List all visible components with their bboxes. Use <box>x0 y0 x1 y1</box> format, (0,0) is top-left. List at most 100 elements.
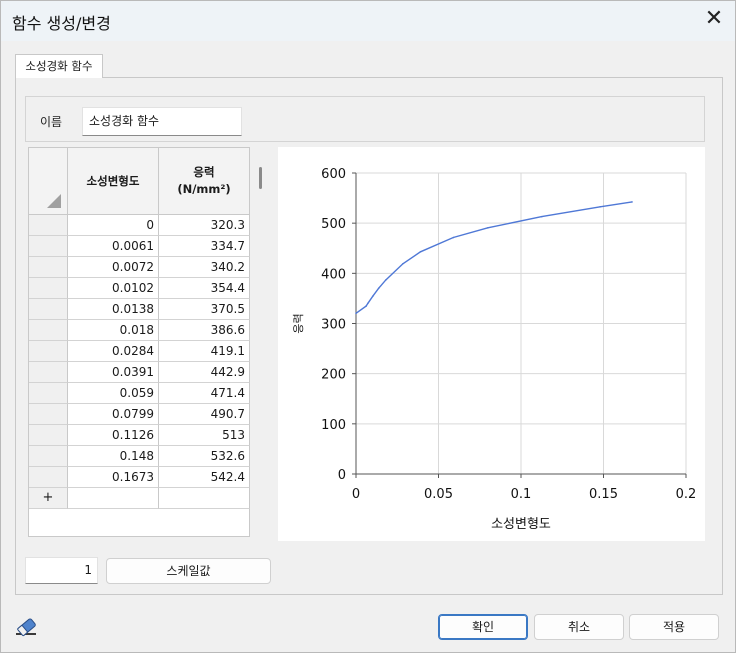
corner-triangle-icon <box>47 194 61 208</box>
table-row[interactable]: 0.148 532.6 <box>29 446 250 467</box>
data-point <box>372 295 374 298</box>
title-bar: 함수 생성/변경 ✕ <box>1 1 735 41</box>
close-icon: ✕ <box>704 6 724 31</box>
y-tick-label: 200 <box>321 368 346 383</box>
column-header-stress[interactable]: 응력 (N/mm²) <box>159 148 250 215</box>
new-row[interactable]: + <box>29 488 250 509</box>
data-point <box>599 206 601 208</box>
eraser-icon[interactable] <box>13 616 39 640</box>
data-point <box>631 201 633 203</box>
stress-strain-chart: 0 0.05 0.1 0.15 0.2 0 100 200 300 400 500 600 소성변형도 응… <box>292 167 697 532</box>
column-header-stress-unit: (N/mm²) <box>177 182 231 196</box>
stress-cell[interactable]: 532.6 <box>159 446 250 467</box>
table-row[interactable]: 0.0284 419.1 <box>29 341 250 362</box>
stress-cell[interactable]: 334.7 <box>159 236 250 257</box>
table-row[interactable]: 0.0799 490.7 <box>29 404 250 425</box>
add-row-icon[interactable]: + <box>29 488 68 509</box>
row-header[interactable] <box>29 257 68 278</box>
stress-cell[interactable]: 370.5 <box>159 299 250 320</box>
y-tick-label: 100 <box>321 418 346 433</box>
data-point <box>384 279 387 281</box>
stress-cell[interactable]: 471.4 <box>159 383 250 404</box>
series-line <box>355 201 633 314</box>
strain-cell[interactable]: 0.1673 <box>68 467 159 488</box>
close-button[interactable]: ✕ <box>697 5 731 35</box>
y-tick-label: 600 <box>321 167 346 182</box>
stress-cell[interactable]: 419.1 <box>159 341 250 362</box>
stress-cell[interactable]: 490.7 <box>159 404 250 425</box>
stress-cell[interactable]: 354.4 <box>159 278 250 299</box>
strain-cell[interactable]: 0.0391 <box>68 362 159 383</box>
cancel-button[interactable]: 취소 <box>534 614 624 640</box>
data-point <box>355 312 357 315</box>
stress-cell[interactable]: 513 <box>159 425 250 446</box>
apply-button[interactable]: 적용 <box>629 614 719 640</box>
data-table: 소성변형도 응력 (N/mm²) 0 320.3 0.0061 334.7 0.0072… <box>28 147 250 537</box>
data-point <box>452 236 455 239</box>
strain-cell[interactable]: 0.0072 <box>68 257 159 278</box>
data-point <box>419 251 422 253</box>
ok-button[interactable]: 확인 <box>438 614 528 640</box>
row-header[interactable] <box>29 341 68 362</box>
table-row[interactable]: 0.0138 370.5 <box>29 299 250 320</box>
name-label: 이름 <box>40 115 63 129</box>
stress-cell[interactable]: 386.6 <box>159 320 250 341</box>
strain-cell[interactable]: 0.0061 <box>68 236 159 257</box>
stress-cell[interactable]: 442.9 <box>159 362 250 383</box>
row-header[interactable] <box>29 446 68 467</box>
x-tick-label: 0 <box>352 487 360 502</box>
strain-cell[interactable]: 0.059 <box>68 383 159 404</box>
row-header[interactable] <box>29 236 68 257</box>
column-header-strain[interactable]: 소성변형도 <box>68 148 159 215</box>
y-tick-label: 500 <box>321 217 346 232</box>
chart-area: 0 0.05 0.1 0.15 0.2 0 100 200 300 400 500 600 소성변형도 응… <box>278 147 705 541</box>
x-tick-label: 0.05 <box>424 487 453 502</box>
strain-cell[interactable]: 0.0138 <box>68 299 159 320</box>
row-header[interactable] <box>29 299 68 320</box>
table-row[interactable]: 0 320.3 <box>29 215 250 236</box>
strain-cell[interactable]: 0.1126 <box>68 425 159 446</box>
stress-cell[interactable]: 542.4 <box>159 467 250 488</box>
row-header[interactable] <box>29 215 68 236</box>
x-tick-label: 0.2 <box>676 487 697 502</box>
name-input[interactable]: 소성경화 함수 <box>82 107 242 136</box>
data-point <box>402 262 404 265</box>
new-strain-cell[interactable] <box>68 488 159 509</box>
data-point <box>540 215 543 218</box>
row-header[interactable] <box>29 383 68 404</box>
strain-cell[interactable]: 0.0799 <box>68 404 159 425</box>
table-scrollbar-thumb[interactable] <box>259 167 262 189</box>
function-dialog: 함수 생성/변경 ✕ 소성경화 함수 이름 소성경화 함수 소성변형도 응력 (… <box>0 0 736 653</box>
row-header[interactable] <box>29 278 68 299</box>
row-header[interactable] <box>29 404 68 425</box>
strain-cell[interactable]: 0 <box>68 215 159 236</box>
scale-button[interactable]: 스케일값 <box>106 558 271 584</box>
tab-hardening-function[interactable]: 소성경화 함수 <box>15 54 103 78</box>
scale-value-input[interactable]: 1 <box>25 557 98 584</box>
stress-cell[interactable]: 320.3 <box>159 215 250 236</box>
x-axis-title: 소성변형도 <box>491 517 551 532</box>
column-header-strain-label: 소성변형도 <box>86 174 140 188</box>
table-row[interactable]: 0.0391 442.9 <box>29 362 250 383</box>
data-point <box>377 287 380 289</box>
table-row[interactable]: 0.0072 340.2 <box>29 257 250 278</box>
row-header[interactable] <box>29 425 68 446</box>
strain-cell[interactable]: 0.018 <box>68 320 159 341</box>
select-all-corner[interactable] <box>29 148 68 215</box>
strain-cell[interactable]: 0.148 <box>68 446 159 467</box>
strain-cell[interactable]: 0.0284 <box>68 341 159 362</box>
table-row[interactable]: 0.0061 334.7 <box>29 236 250 257</box>
table-row[interactable]: 0.0102 354.4 <box>29 278 250 299</box>
table-row[interactable]: 0.1126 513 <box>29 425 250 446</box>
table-row[interactable]: 0.059 471.4 <box>29 383 250 404</box>
table-row[interactable]: 0.1673 542.4 <box>29 467 250 488</box>
table-scrollbar[interactable] <box>250 147 270 537</box>
row-header[interactable] <box>29 320 68 341</box>
table-row[interactable]: 0.018 386.6 <box>29 320 250 341</box>
row-header[interactable] <box>29 362 68 383</box>
strain-cell[interactable]: 0.0102 <box>68 278 159 299</box>
data-point <box>365 305 367 307</box>
row-header[interactable] <box>29 467 68 488</box>
stress-cell[interactable]: 340.2 <box>159 257 250 278</box>
new-stress-cell[interactable] <box>159 488 250 509</box>
